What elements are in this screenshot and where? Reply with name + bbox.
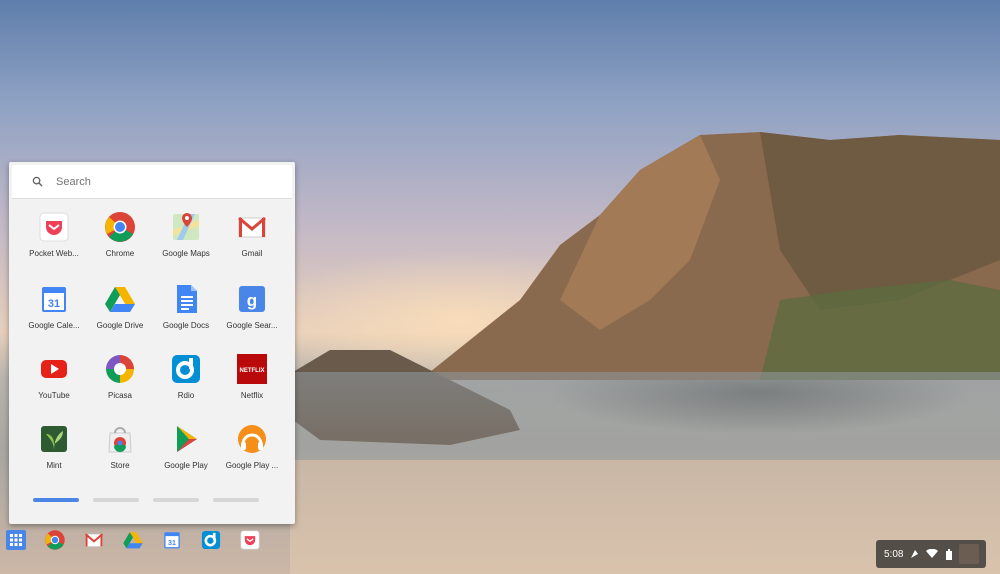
app-label: Google Drive xyxy=(96,321,144,330)
search-g-icon: g xyxy=(239,286,265,312)
clock: 5:08 xyxy=(884,548,904,560)
app-youtube[interactable]: YouTube xyxy=(21,352,87,418)
app-label: Gmail xyxy=(241,249,263,258)
app-label: Netflix xyxy=(240,391,264,400)
calendar-icon: 31 xyxy=(164,532,180,549)
shelf-drive[interactable] xyxy=(121,528,145,552)
page-dot-1[interactable] xyxy=(33,498,79,502)
app-picasa[interactable]: Picasa xyxy=(87,352,153,418)
mint-icon xyxy=(41,426,67,452)
gmail-icon xyxy=(84,533,104,547)
pocket-icon xyxy=(240,530,260,550)
app-store[interactable]: Store xyxy=(87,422,153,488)
app-label: Picasa xyxy=(107,391,132,400)
netflix-logo-text: NETFLIX xyxy=(240,368,265,374)
picasa-icon xyxy=(106,355,134,383)
search-input[interactable] xyxy=(54,174,278,189)
app-label: Google Maps xyxy=(162,249,210,258)
page-dot-4[interactable] xyxy=(213,498,259,502)
app-label: Google Sear... xyxy=(226,321,278,330)
app-mint[interactable]: Mint xyxy=(21,422,87,488)
calendar-icon: 31 xyxy=(42,287,66,312)
pocket-icon xyxy=(39,212,69,242)
user-avatar xyxy=(959,544,980,564)
app-label: Pocket Web... xyxy=(29,249,79,258)
shelf-gmail[interactable] xyxy=(82,528,106,552)
wifi-icon xyxy=(926,549,939,559)
page-dot-3[interactable] xyxy=(153,498,199,502)
launcher-grid-icon xyxy=(6,530,26,550)
calendar-day-text: 31 xyxy=(168,539,176,547)
shelf-chrome[interactable] xyxy=(43,528,67,552)
app-gmail[interactable]: Gmail xyxy=(219,210,285,276)
calendar-day-text: 31 xyxy=(48,298,60,310)
app-pocket[interactable]: Pocket Web... xyxy=(21,210,87,276)
store-icon xyxy=(108,427,132,453)
shelf-calendar[interactable]: 31 xyxy=(160,528,184,552)
app-rdio[interactable]: Rdio xyxy=(153,352,219,418)
drive-icon xyxy=(105,287,135,312)
app-label: Rdio xyxy=(177,391,195,400)
notifications-icon xyxy=(910,549,919,559)
app-google-search[interactable]: g Google Sear... xyxy=(219,282,285,348)
app-label: Google Play xyxy=(164,461,208,470)
rdio-icon xyxy=(201,530,221,550)
app-netflix[interactable]: NETFLIX Netflix xyxy=(219,352,285,418)
app-launcher: Pocket Web... Chrome Google Maps xyxy=(9,162,295,524)
youtube-icon xyxy=(41,360,67,378)
launcher-search-bar[interactable] xyxy=(12,165,292,199)
shelf-rdio[interactable] xyxy=(199,528,223,552)
shelf: 31 xyxy=(0,525,290,556)
maps-icon xyxy=(173,213,199,240)
rdio-icon xyxy=(172,355,200,383)
chrome-icon xyxy=(105,212,135,242)
app-google-docs[interactable]: Google Docs xyxy=(153,282,219,348)
app-google-maps[interactable]: Google Maps xyxy=(153,210,219,276)
app-label: Chrome xyxy=(105,249,135,258)
app-google-play-music[interactable]: Google Play ... xyxy=(219,422,285,488)
app-chrome[interactable]: Chrome xyxy=(87,210,153,276)
app-label: Google Play ... xyxy=(225,461,279,470)
app-label: Google Docs xyxy=(162,321,210,330)
gmail-icon xyxy=(238,216,266,238)
docs-icon xyxy=(177,285,197,313)
netflix-icon: NETFLIX xyxy=(237,354,267,384)
play-icon xyxy=(177,426,197,452)
drive-icon xyxy=(123,532,143,549)
battery-icon xyxy=(945,548,953,560)
search-icon xyxy=(26,176,48,187)
water xyxy=(290,372,1000,472)
chrome-icon xyxy=(45,530,65,550)
page-dot-2[interactable] xyxy=(93,498,139,502)
app-label: Store xyxy=(110,461,130,470)
app-google-play[interactable]: Google Play xyxy=(153,422,219,488)
status-tray[interactable]: 5:08 xyxy=(876,540,986,568)
app-google-drive[interactable]: Google Drive xyxy=(87,282,153,348)
shelf-pocket[interactable] xyxy=(238,528,262,552)
app-label: Google Cale... xyxy=(28,321,80,330)
app-label: Mint xyxy=(46,461,62,470)
svg-text:g: g xyxy=(247,291,257,310)
play-music-icon xyxy=(238,425,266,453)
page-switcher xyxy=(33,498,273,504)
shelf-app-launcher-button[interactable] xyxy=(4,528,28,552)
app-label: YouTube xyxy=(38,391,70,400)
app-google-calendar[interactable]: 31 Google Cale... xyxy=(21,282,87,348)
